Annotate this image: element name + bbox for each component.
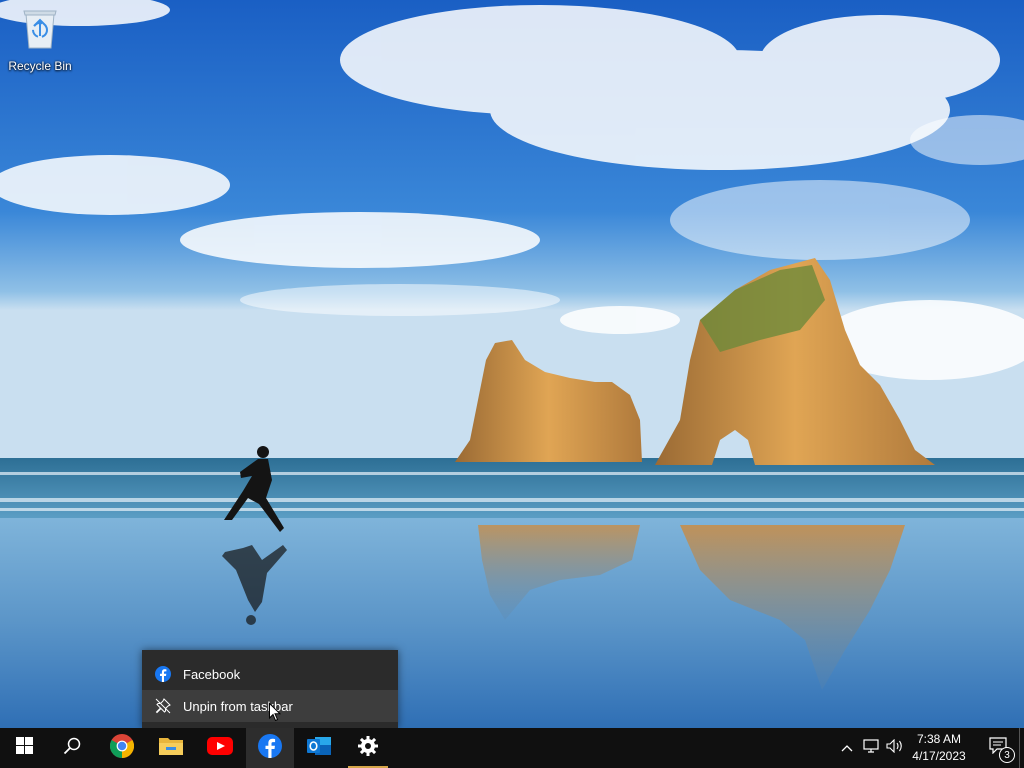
search-button[interactable] — [48, 728, 96, 768]
unpin-icon — [153, 696, 173, 716]
taskbar-file-explorer-button[interactable] — [147, 728, 195, 768]
chevron-up-icon — [841, 739, 853, 757]
desktop-wallpaper — [0, 0, 1024, 728]
desktop-icon-recycle-bin[interactable]: Recycle Bin — [4, 6, 76, 76]
recycle-bin-icon — [20, 6, 60, 55]
network-icon — [863, 738, 879, 758]
taskbar-clock[interactable]: 7:38 AM 4/17/2023 — [900, 728, 978, 768]
facebook-icon — [258, 733, 282, 763]
facebook-icon — [153, 664, 173, 684]
taskbar-youtube-button[interactable] — [196, 728, 244, 768]
chrome-icon — [109, 733, 135, 763]
show-hidden-icons-button[interactable] — [838, 728, 856, 768]
network-status-button[interactable] — [860, 728, 882, 768]
youtube-icon — [207, 736, 233, 760]
folder-icon — [159, 736, 183, 761]
jump-list-item-label: Facebook — [183, 666, 241, 682]
taskbar-chrome-button[interactable] — [98, 728, 146, 768]
taskbar: 7:38 AM 4/17/2023 3 — [0, 728, 1024, 768]
taskbar-facebook-button[interactable] — [246, 728, 294, 768]
mouse-cursor-icon — [269, 702, 282, 727]
clock-date: 4/17/2023 — [912, 749, 966, 763]
action-center-button[interactable]: 3 — [978, 728, 1018, 768]
gear-icon — [358, 735, 378, 761]
jump-list-item-facebook[interactable]: Facebook — [142, 658, 398, 690]
outlook-icon — [307, 735, 331, 762]
desktop-icon-label: Recycle Bin — [8, 59, 72, 73]
search-icon — [63, 737, 81, 760]
show-desktop-button[interactable] — [1019, 728, 1024, 768]
start-button[interactable] — [0, 728, 48, 768]
notification-count-badge: 3 — [999, 747, 1015, 763]
taskbar-settings-button[interactable] — [344, 728, 392, 768]
taskbar-outlook-button[interactable] — [295, 728, 343, 768]
clock-time: 7:38 AM — [916, 732, 962, 746]
windows-icon — [15, 737, 33, 759]
